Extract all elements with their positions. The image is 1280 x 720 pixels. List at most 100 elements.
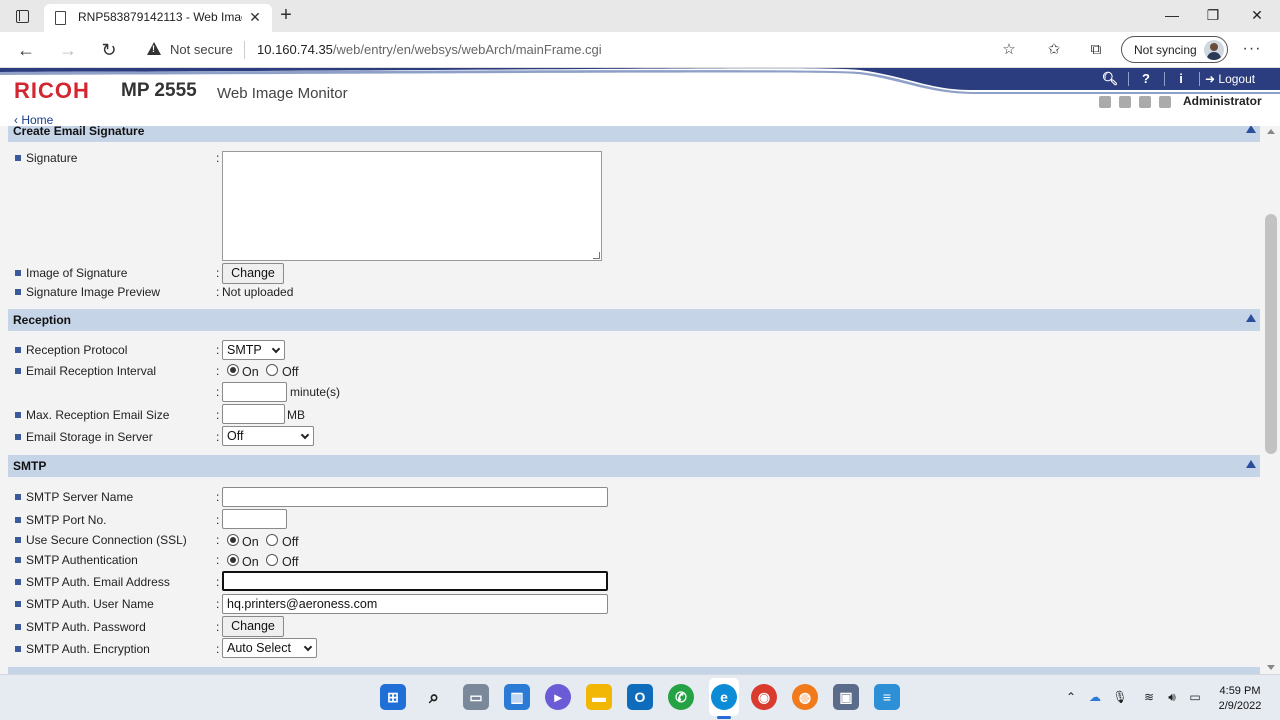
notepad-icon[interactable]: ≡ (874, 684, 900, 710)
change-signature-image-button[interactable]: Change (222, 263, 284, 284)
page-favicon-icon (55, 11, 66, 25)
colon: : (216, 364, 220, 378)
whatsapp-icon[interactable]: ✆ (668, 684, 694, 710)
page-scrollbar[interactable] (1262, 126, 1280, 674)
auth-on-radio[interactable] (227, 554, 239, 566)
colon: : (216, 266, 220, 280)
back-icon[interactable]: ← (14, 38, 38, 62)
close-tab-icon[interactable]: ✕ (246, 8, 264, 26)
auth-off-radio[interactable] (266, 554, 278, 566)
interval-unit: minute(s) (290, 385, 341, 399)
chevron-down-icon (300, 430, 310, 440)
profile-sync-button[interactable]: Not syncing (1121, 36, 1228, 63)
clock-date: 2/9/2022 (1218, 700, 1262, 712)
brand-logo: RICOH (14, 78, 90, 103)
address-divider (244, 41, 245, 59)
chat-icon[interactable]: ▸ (545, 684, 571, 710)
interval-on-radio[interactable] (227, 364, 239, 376)
search-icon[interactable]: ⌕ (421, 684, 447, 710)
breadcrumb: ‹ Home (0, 113, 1280, 127)
auth-encryption-select[interactable]: Auto Select (222, 638, 317, 658)
collapse-arrow-icon[interactable] (1246, 126, 1256, 133)
colon: : (216, 385, 220, 399)
colon: : (216, 408, 220, 422)
volume-icon[interactable]: 🔊︎ (1164, 689, 1180, 705)
microphone-icon[interactable]: 🎙︎ (1112, 689, 1128, 705)
reception-protocol-select[interactable]: SMTP (222, 340, 285, 360)
forward-icon[interactable]: → (56, 38, 80, 62)
document-icon (1159, 96, 1171, 108)
help-icon[interactable]: ? (1137, 70, 1155, 88)
image-of-signature-label: Image of Signature (15, 266, 127, 280)
security-label[interactable]: Not secure (170, 42, 233, 57)
browser-tab[interactable]: RNP583879142113 - Web Image Monitor ✕ (44, 4, 272, 32)
interval-minutes-input[interactable] (222, 382, 287, 402)
collapse-arrow-icon[interactable] (1246, 460, 1256, 468)
colon: : (216, 490, 220, 504)
url-field[interactable]: 10.160.74.35/web/entry/en/websys/webArch… (257, 42, 602, 57)
outlook-icon[interactable]: O (627, 684, 653, 710)
logout-label: Logout (1218, 72, 1256, 86)
logout-button[interactable]: ➜ Logout (1205, 70, 1255, 88)
battery-icon[interactable]: ▭ (1187, 689, 1203, 705)
app-header: RICOH MP 2555 Web Image Monitor 🔍︎ ? i ➜… (0, 68, 1280, 114)
system-clock[interactable]: 4:59 PM 2/9/2022 (1212, 684, 1268, 714)
smtp-server-input[interactable] (222, 487, 608, 507)
scroll-thumb[interactable] (1265, 214, 1277, 454)
ssl-off-radio[interactable] (266, 534, 278, 546)
colon: : (216, 533, 220, 547)
signature-textarea[interactable] (222, 151, 602, 261)
interval-off-label: Off (282, 365, 299, 379)
save-app-icon[interactable]: ▣ (833, 684, 859, 710)
home-link-label: Home (21, 113, 54, 127)
section-header-smtp: SMTP (8, 455, 1260, 477)
max-reception-size-label: Max. Reception Email Size (15, 408, 169, 422)
scroll-up-icon[interactable] (1267, 129, 1275, 134)
avatar (1204, 40, 1224, 60)
start-icon[interactable]: ⊞ (380, 684, 406, 710)
firefox-icon[interactable]: ◍ (792, 684, 818, 710)
close-window-icon[interactable]: ✕ (1242, 4, 1272, 26)
minimize-icon[interactable]: — (1157, 4, 1187, 26)
edge-icon[interactable]: e (711, 684, 737, 710)
collapse-arrow-icon[interactable] (1246, 314, 1256, 322)
tab-title: RNP583879142113 - Web Image Monitor (78, 10, 242, 24)
reception-protocol-label: Reception Protocol (15, 343, 127, 357)
task-view-icon[interactable]: ▭ (463, 684, 489, 710)
auth-user-input[interactable]: hq.printers@aeroness.com (222, 594, 608, 614)
wifi-icon[interactable]: ≋ (1141, 689, 1157, 705)
refresh-icon[interactable]: ↻ (97, 38, 121, 62)
widgets-icon[interactable]: ▥ (504, 684, 530, 710)
max-reception-size-input[interactable] (222, 404, 285, 424)
restore-icon[interactable]: ❐ (1198, 4, 1228, 26)
ssl-on-label: On (242, 535, 259, 549)
chevron-up-icon[interactable]: ⌃ (1063, 689, 1079, 705)
collections-icon[interactable]: ⧉ (1085, 40, 1107, 60)
new-tab-icon[interactable]: + (276, 4, 296, 26)
network-icon (1119, 96, 1131, 108)
interval-off-radio[interactable] (266, 364, 278, 376)
search-icon[interactable]: 🔍︎ (1101, 70, 1119, 88)
add-favorite-icon[interactable]: ☆ (998, 40, 1020, 60)
home-link[interactable]: ‹ Home (14, 113, 53, 127)
section-title: SMTP (13, 459, 47, 473)
auth-user-label: SMTP Auth. User Name (15, 597, 154, 611)
email-storage-select[interactable]: Off (222, 426, 314, 446)
colon: : (216, 553, 220, 567)
chrome-icon[interactable]: ◉ (751, 684, 777, 710)
more-options-icon[interactable]: ··· (1240, 40, 1264, 60)
user-name: Administrator (1183, 94, 1262, 108)
onedrive-icon[interactable]: ☁ (1087, 689, 1103, 705)
change-password-button[interactable]: Change (222, 616, 284, 637)
scroll-down-icon[interactable] (1267, 665, 1275, 670)
smtp-port-input[interactable] (222, 509, 287, 529)
favorites-icon[interactable]: ✩ (1043, 40, 1065, 60)
info-icon[interactable]: i (1172, 70, 1190, 88)
file-explorer-icon[interactable]: ▬ (586, 684, 612, 710)
ssl-on-radio[interactable] (227, 534, 239, 546)
auth-email-input[interactable] (222, 571, 608, 591)
tab-actions-icon[interactable] (10, 5, 34, 27)
warning-icon[interactable] (147, 42, 161, 55)
interval-on-label: On (242, 365, 259, 379)
url-host: 10.160.74.35 (257, 42, 333, 57)
